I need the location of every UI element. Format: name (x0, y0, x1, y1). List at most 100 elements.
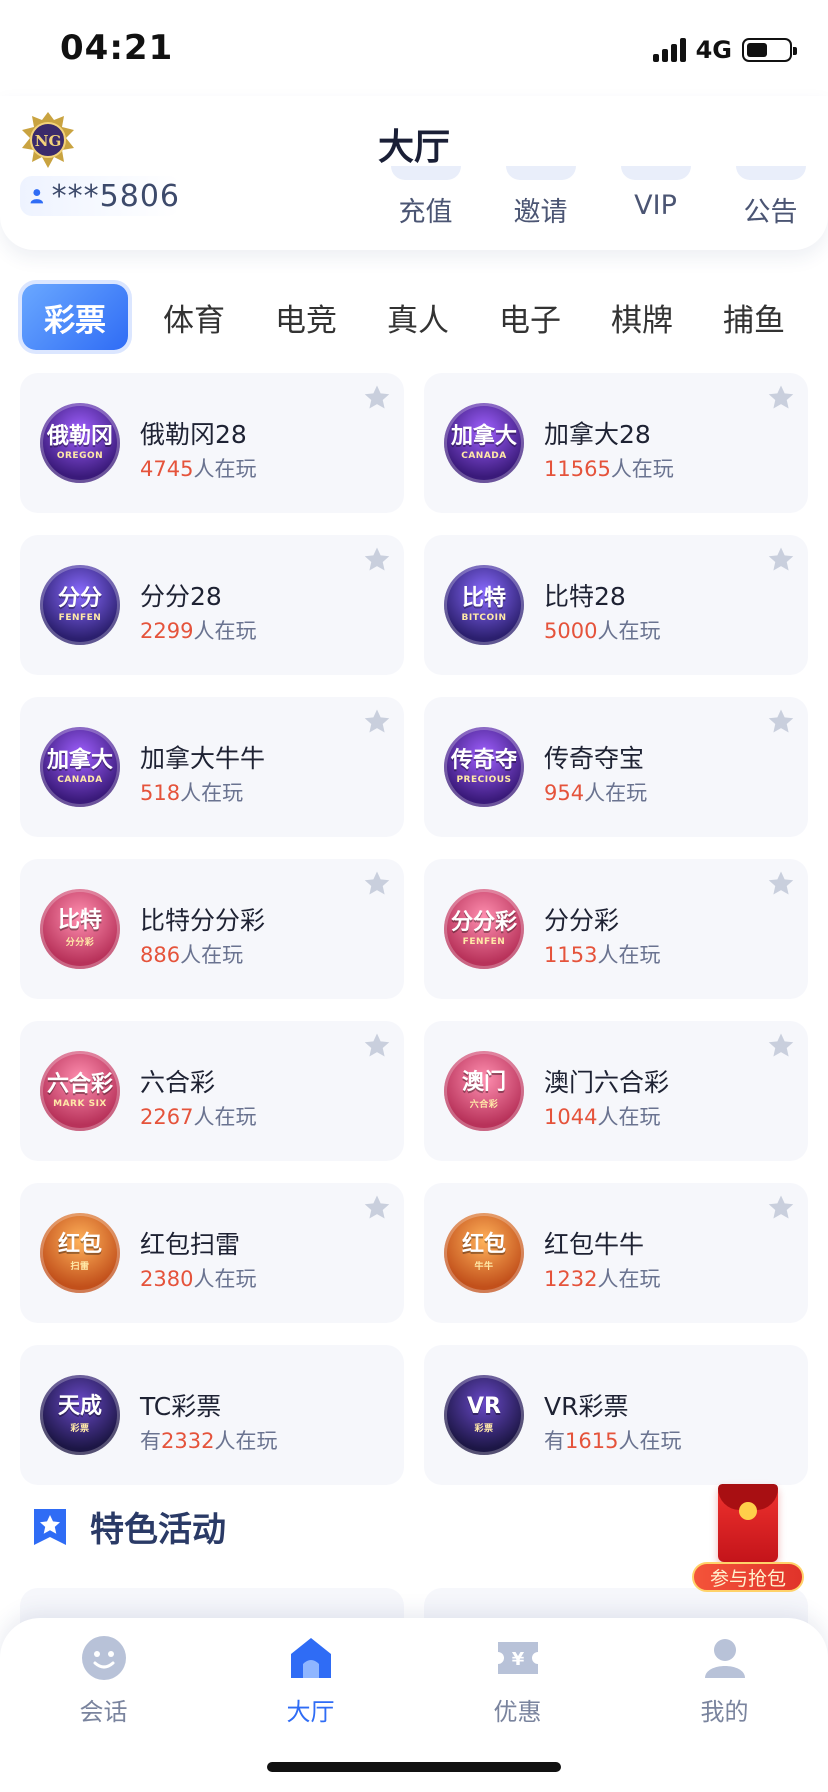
game-name: 比特分分彩 (140, 906, 266, 935)
vip-button[interactable]: VIP (598, 166, 713, 236)
profile-icon (704, 1639, 745, 1678)
red-packet-label: 参与抢包 (692, 1562, 804, 1592)
user-id: ***5806 (51, 178, 180, 214)
page-title: 大厅 (377, 127, 450, 168)
red-packet-minesweeper-icon: 红包 扫雷 (40, 1213, 120, 1293)
player-count: 11565人在玩 (544, 457, 674, 481)
header: NG 大厅 ***5806 充值 邀请 VIP 公告 (0, 96, 828, 250)
tab-sports[interactable]: 体育 (138, 284, 250, 350)
player-count: 1232人在玩 (544, 1267, 661, 1291)
oregon28-icon: 俄勒冈 OREGON (40, 403, 120, 483)
player-count: 2380人在玩 (140, 1267, 257, 1291)
game-card-bitcoin-fenfencai[interactable]: 比特 分分彩 比特分分彩 886人在玩 (20, 859, 404, 999)
game-name: 澳门六合彩 (544, 1068, 670, 1097)
fenfencai-icon: 分分彩 FENFEN (444, 889, 524, 969)
home-indicator (267, 1762, 561, 1772)
player-count: 5000人在玩 (544, 619, 661, 643)
favorite-star-icon[interactable] (766, 1031, 796, 1061)
player-count: 1153人在玩 (544, 943, 661, 967)
favorite-star-icon[interactable] (362, 1193, 392, 1223)
tc-lottery-icon: 天成 彩票 (40, 1375, 120, 1455)
macau-mark-six-icon: 澳门 六合彩 (444, 1051, 524, 1131)
tab-live[interactable]: 真人 (362, 284, 474, 350)
player-count: 886人在玩 (140, 943, 244, 967)
game-card-canada-niuniu[interactable]: 加拿大 CANADA 加拿大牛牛 518人在玩 (20, 697, 404, 837)
nav-profile[interactable]: 我的 (621, 1618, 828, 1792)
status-time: 04:21 (60, 28, 174, 68)
game-card-red-packet-niuniu[interactable]: 红包 牛牛 红包牛牛 1232人在玩 (424, 1183, 808, 1323)
user-icon (30, 189, 44, 204)
game-name: 加拿大28 (544, 420, 651, 449)
favorite-star-icon[interactable] (362, 383, 392, 413)
vr-lottery-icon: VR 彩票 (444, 1375, 524, 1455)
svg-text:¥: ¥ (511, 1649, 524, 1670)
tab-lottery[interactable]: 彩票 (22, 284, 128, 350)
red-packet-button[interactable]: 参与抢包 (692, 1484, 804, 1600)
game-name: 六合彩 (140, 1068, 216, 1097)
game-name: 红包牛牛 (544, 1230, 645, 1259)
canada28-icon: 加拿大 CANADA (444, 403, 524, 483)
status-indicators: 4G (652, 36, 797, 64)
tab-cards[interactable]: 棋牌 (586, 284, 698, 350)
favorite-star-icon[interactable] (766, 545, 796, 575)
game-name: 比特28 (544, 582, 626, 611)
favorite-star-icon[interactable] (766, 1193, 796, 1223)
status-bar: 04:21 4G (0, 0, 828, 96)
red-packet-niuniu-icon: 红包 牛牛 (444, 1213, 524, 1293)
game-card-macau-mark-six[interactable]: 澳门 六合彩 澳门六合彩 1044人在玩 (424, 1021, 808, 1161)
favorite-star-icon[interactable] (362, 1031, 392, 1061)
quick-menu: 充值 邀请 VIP 公告 (368, 166, 828, 236)
game-name: TC彩票 (140, 1392, 222, 1421)
signal-icon (652, 38, 686, 62)
game-name: 分分28 (140, 582, 222, 611)
tab-fishing[interactable]: 捕鱼 (698, 284, 810, 350)
announcement-icon (735, 166, 806, 180)
game-card-fenfen28[interactable]: 分分 FENFEN 分分28 2299人在玩 (20, 535, 404, 675)
game-name: 加拿大牛牛 (140, 744, 266, 773)
invite-button[interactable]: 邀请 (483, 166, 598, 236)
category-tabs: 彩票 体育 电竞 真人 电子 棋牌 捕鱼 (22, 284, 812, 350)
game-name: 俄勒冈28 (140, 420, 247, 449)
user-id-chip[interactable]: ***5806 (20, 176, 180, 216)
tab-esports[interactable]: 电竞 (250, 284, 362, 350)
invite-icon (505, 166, 576, 180)
tab-slots[interactable]: 电子 (474, 284, 586, 350)
network-type: 4G (695, 36, 732, 64)
player-count: 有2332人在玩 (140, 1429, 278, 1453)
player-count: 有1615人在玩 (544, 1429, 682, 1453)
player-count: 518人在玩 (140, 781, 244, 805)
game-card-red-packet-minesweeper[interactable]: 红包 扫雷 红包扫雷 2380人在玩 (20, 1183, 404, 1323)
favorite-star-icon[interactable] (766, 869, 796, 899)
favorite-star-icon[interactable] (766, 707, 796, 737)
star-badge-icon (34, 1508, 66, 1545)
deposit-icon (390, 166, 461, 180)
battery-icon (742, 38, 797, 62)
deposit-button[interactable]: 充值 (368, 166, 483, 236)
player-count: 4745人在玩 (140, 457, 257, 481)
bitcoin-fenfencai-icon: 比特 分分彩 (40, 889, 120, 969)
game-card-fenfencai[interactable]: 分分彩 FENFEN 分分彩 1153人在玩 (424, 859, 808, 999)
fenfen28-icon: 分分 FENFEN (40, 565, 120, 645)
nav-chat[interactable]: 会话 (0, 1618, 207, 1792)
favorite-star-icon[interactable] (766, 383, 796, 413)
game-name: VR彩票 (544, 1392, 629, 1421)
game-card-legend-treasure[interactable]: 传奇夺 PRECIOUS 传奇夺宝 954人在玩 (424, 697, 808, 837)
game-name: 传奇夺宝 (544, 744, 645, 773)
favorite-star-icon[interactable] (362, 707, 392, 737)
announcement-button[interactable]: 公告 (713, 166, 828, 236)
game-card-mark-six[interactable]: 六合彩 MARK SIX 六合彩 2267人在玩 (20, 1021, 404, 1161)
player-count: 2299人在玩 (140, 619, 257, 643)
game-card-tc-lottery[interactable]: 天成 彩票 TC彩票 有2332人在玩 (20, 1345, 404, 1485)
game-card-vr-lottery[interactable]: VR 彩票 VR彩票 有1615人在玩 (424, 1345, 808, 1485)
game-card-canada28[interactable]: 加拿大 CANADA 加拿大28 11565人在玩 (424, 373, 808, 513)
vip-icon (620, 166, 691, 180)
game-card-oregon28[interactable]: 俄勒冈 OREGON 俄勒冈28 4745人在玩 (20, 373, 404, 513)
legend-treasure-icon: 传奇夺 PRECIOUS (444, 727, 524, 807)
home-icon (290, 1638, 331, 1678)
canada-niuniu-icon: 加拿大 CANADA (40, 727, 120, 807)
favorite-star-icon[interactable] (362, 869, 392, 899)
bitcoin28-icon: 比特 BITCOIN (444, 565, 524, 645)
game-card-bitcoin28[interactable]: 比特 BITCOIN 比特28 5000人在玩 (424, 535, 808, 675)
game-name: 红包扫雷 (140, 1230, 241, 1259)
favorite-star-icon[interactable] (362, 545, 392, 575)
